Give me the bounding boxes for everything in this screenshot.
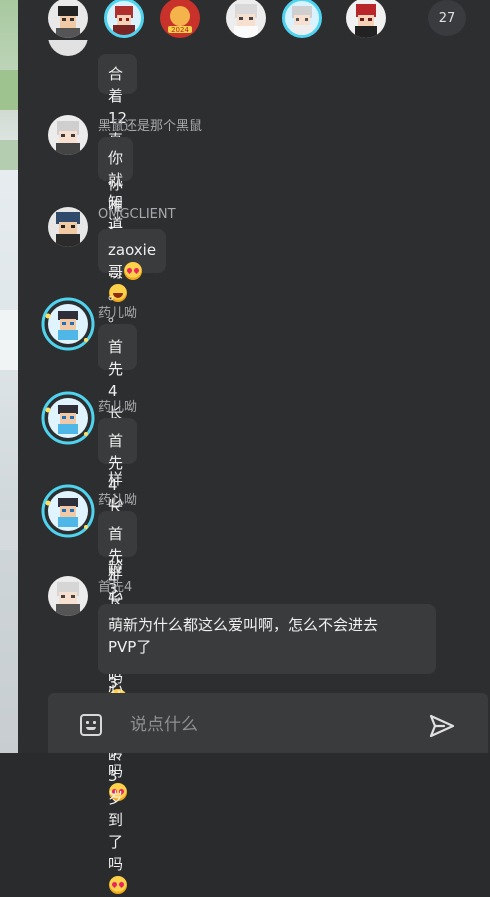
message-bubble: 首先4长得b样心里年龄3岁到了吗 [98, 324, 137, 707]
member-avatar[interactable]: 2024 [160, 0, 200, 38]
member-avatar[interactable] [346, 0, 386, 38]
sender-name[interactable]: 药儿呦 [98, 489, 137, 508]
member-count-badge[interactable]: 27 [428, 0, 466, 36]
message-bubble: 首先4长得b样心里年龄3岁到了吗 [98, 418, 137, 801]
world-block [0, 70, 18, 110]
message-input-bar [48, 693, 488, 753]
svg-text:2024: 2024 [171, 26, 189, 34]
member-avatar[interactable] [104, 0, 144, 38]
sender-avatar[interactable] [40, 296, 96, 352]
member-avatar[interactable] [282, 0, 322, 38]
message-bubble: 你就知道咧 [98, 137, 134, 255]
game-world-background [0, 0, 18, 753]
message-bubble: 萌新为什么都这么爱叫啊，怎么不会进去 PVP了 [98, 604, 436, 674]
message-bubble: 合着12真成你唯一了呗。 [98, 54, 138, 325]
message-input[interactable] [128, 707, 412, 743]
sender-name[interactable]: 首先4 [98, 576, 132, 595]
message-text-suffix: 。 [108, 285, 124, 303]
heart-eyes-emoji [124, 262, 143, 280]
sender-name[interactable]: 药儿呦 [98, 302, 137, 321]
world-block [0, 310, 18, 370]
sender-name[interactable]: 药儿呦 [98, 396, 137, 415]
sender-name[interactable]: 黑鼠还是那个黑鼠 [98, 115, 202, 134]
sender-avatar[interactable] [48, 207, 88, 247]
sender-avatar[interactable] [48, 115, 88, 155]
message-bubble: zaoxie哥。 [98, 229, 167, 303]
world-block [0, 140, 18, 170]
message-text-line-1: 萌新为什么都这么爱叫啊，怎么不会进去 [108, 616, 379, 634]
sender-avatar[interactable] [40, 483, 96, 539]
member-avatar-strip: 2024 27 [18, 0, 490, 40]
heart-eyes-emoji [109, 876, 127, 894]
send-icon[interactable] [428, 712, 456, 740]
member-avatar[interactable] [48, 0, 88, 38]
message-bubble: 首先4长得b样心里年龄3岁到了吗 [98, 511, 137, 894]
sender-name[interactable]: OMGCLIENT [98, 207, 176, 222]
message-text-line-2: PVP了 [108, 638, 152, 656]
world-block [0, 520, 18, 550]
member-avatar[interactable] [226, 0, 266, 38]
sender-avatar[interactable] [48, 576, 88, 616]
emoji-picker-icon[interactable] [80, 714, 102, 736]
sender-avatar[interactable] [40, 390, 96, 446]
